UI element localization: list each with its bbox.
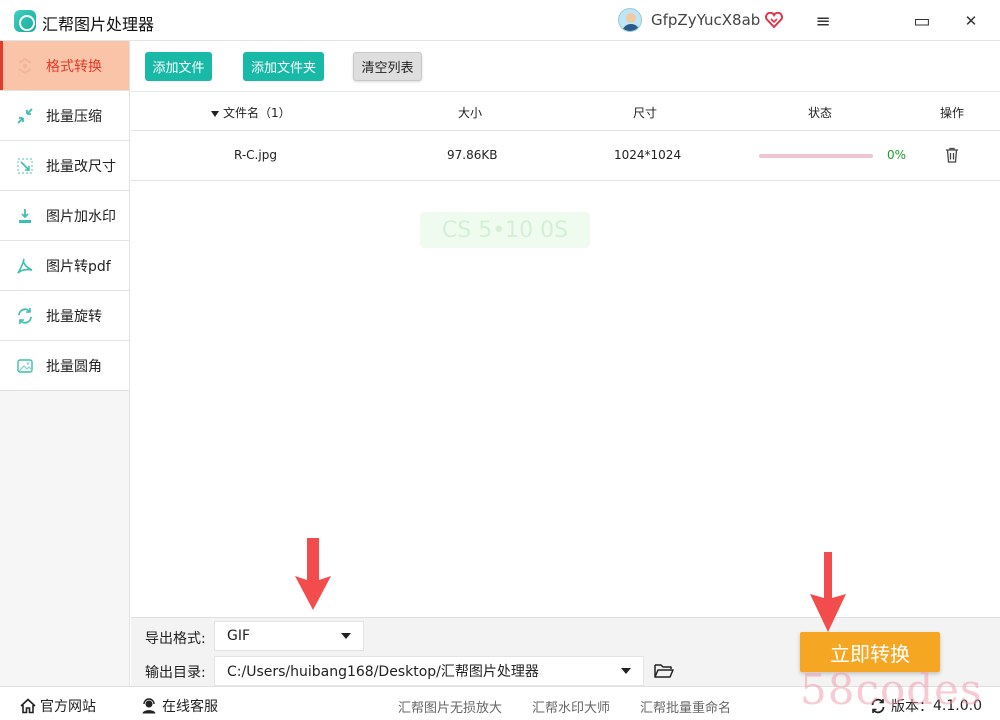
sidebar-item-label: 批量改尺寸 xyxy=(46,158,116,175)
table-row[interactable]: R-C.jpg 97.86KB 1024*1024 0% xyxy=(131,131,1000,181)
file-dimensions: 1024*1024 xyxy=(614,148,682,162)
online-support-label: 在线客服 xyxy=(162,699,218,715)
sidebar: 格式转换 批量压缩 批量改尺寸 图片加水印 图片转pdf 批量旋转 批量圆角 xyxy=(0,41,130,686)
column-dimensions: 尺寸 xyxy=(633,106,658,120)
home-icon xyxy=(20,698,36,714)
official-website-link[interactable]: 官方网站 xyxy=(20,696,96,716)
column-status: 状态 xyxy=(808,106,833,120)
sidebar-item-pdf[interactable]: 图片转pdf xyxy=(0,241,129,291)
online-support-link[interactable]: 在线客服 xyxy=(141,696,218,716)
column-name[interactable]: 文件名（1） xyxy=(211,104,291,121)
sidebar-item-rounded-corner[interactable]: 批量圆角 xyxy=(0,341,129,391)
format-select-value: GIF xyxy=(227,628,251,644)
resize-icon xyxy=(16,157,34,175)
column-action: 操作 xyxy=(940,106,965,120)
official-website-label: 官方网站 xyxy=(40,699,96,715)
close-icon[interactable]: ✕ xyxy=(958,8,984,34)
chevron-down-icon xyxy=(341,633,351,639)
menu-icon[interactable]: ≡ xyxy=(810,8,836,34)
sidebar-item-compress[interactable]: 批量压缩 xyxy=(0,91,129,141)
user-avatar[interactable] xyxy=(618,8,642,32)
format-select[interactable]: GIF xyxy=(214,621,364,651)
trash-icon[interactable] xyxy=(945,147,959,163)
file-table-header: 文件名（1） 大小 尺寸 状态 操作 xyxy=(131,91,1000,131)
vip-heart-icon[interactable] xyxy=(765,12,783,28)
pdf-icon xyxy=(16,257,34,275)
sort-caret-icon xyxy=(211,110,219,117)
progress-bar xyxy=(759,154,873,158)
compress-icon xyxy=(16,107,34,125)
footer-link-batch-rename[interactable]: 汇帮批量重命名 xyxy=(640,697,731,716)
output-dir-select[interactable]: C:/Users/huibang168/Desktop/汇帮图片处理器 xyxy=(214,656,644,686)
watermark-text: 58codes xyxy=(800,665,983,714)
column-name-label: 文件名（1） xyxy=(223,106,291,120)
annotation-arrow-convert xyxy=(810,552,846,632)
file-name: R-C.jpg xyxy=(234,148,277,162)
add-folder-button[interactable]: 添加文件夹 xyxy=(243,52,324,81)
sidebar-item-label: 图片加水印 xyxy=(46,208,116,225)
format-convert-icon xyxy=(16,57,34,75)
app-logo-icon xyxy=(14,10,36,32)
rounded-corner-icon xyxy=(16,357,34,375)
watermark-icon xyxy=(16,207,34,225)
rotate-icon xyxy=(16,307,34,325)
footer-link-upscale[interactable]: 汇帮图片无损放大 xyxy=(398,697,502,716)
progress-text: 0% xyxy=(887,148,907,162)
username[interactable]: GfpZyYucX8ab xyxy=(651,11,760,29)
annotation-arrow-format xyxy=(295,538,331,610)
sidebar-item-rotate[interactable]: 批量旋转 xyxy=(0,291,129,341)
sidebar-item-watermark[interactable]: 图片加水印 xyxy=(0,191,129,241)
file-size: 97.86KB xyxy=(447,148,498,162)
app-title: 汇帮图片处理器 xyxy=(42,15,155,34)
support-agent-icon xyxy=(142,698,156,714)
maximize-icon[interactable]: ▭ xyxy=(909,8,935,34)
column-size: 大小 xyxy=(458,106,483,120)
title-bar: 汇帮图片处理器 GfpZyYucX8ab ≡ ▭ ✕ xyxy=(0,0,1000,41)
folder-open-icon[interactable] xyxy=(654,663,674,679)
sidebar-item-label: 批量旋转 xyxy=(46,308,102,325)
output-dir-value: C:/Users/huibang168/Desktop/汇帮图片处理器 xyxy=(227,664,539,680)
clear-list-button[interactable]: 清空列表 xyxy=(353,52,422,81)
sidebar-item-label: 批量圆角 xyxy=(46,358,102,375)
output-dir-label: 输出目录: xyxy=(145,665,206,681)
sidebar-item-label: 批量压缩 xyxy=(46,108,102,125)
format-label: 导出格式: xyxy=(145,631,206,647)
sidebar-item-resize[interactable]: 批量改尺寸 xyxy=(0,141,129,191)
faint-watermark: CS 5•10 0S xyxy=(420,212,590,248)
sidebar-item-label: 格式转换 xyxy=(46,58,102,75)
add-file-button[interactable]: 添加文件 xyxy=(145,52,212,81)
sidebar-item-label: 图片转pdf xyxy=(46,258,111,275)
footer-link-watermark-master[interactable]: 汇帮水印大师 xyxy=(532,697,610,716)
sidebar-item-format-convert[interactable]: 格式转换 xyxy=(0,41,129,91)
chevron-down-icon xyxy=(621,668,631,674)
